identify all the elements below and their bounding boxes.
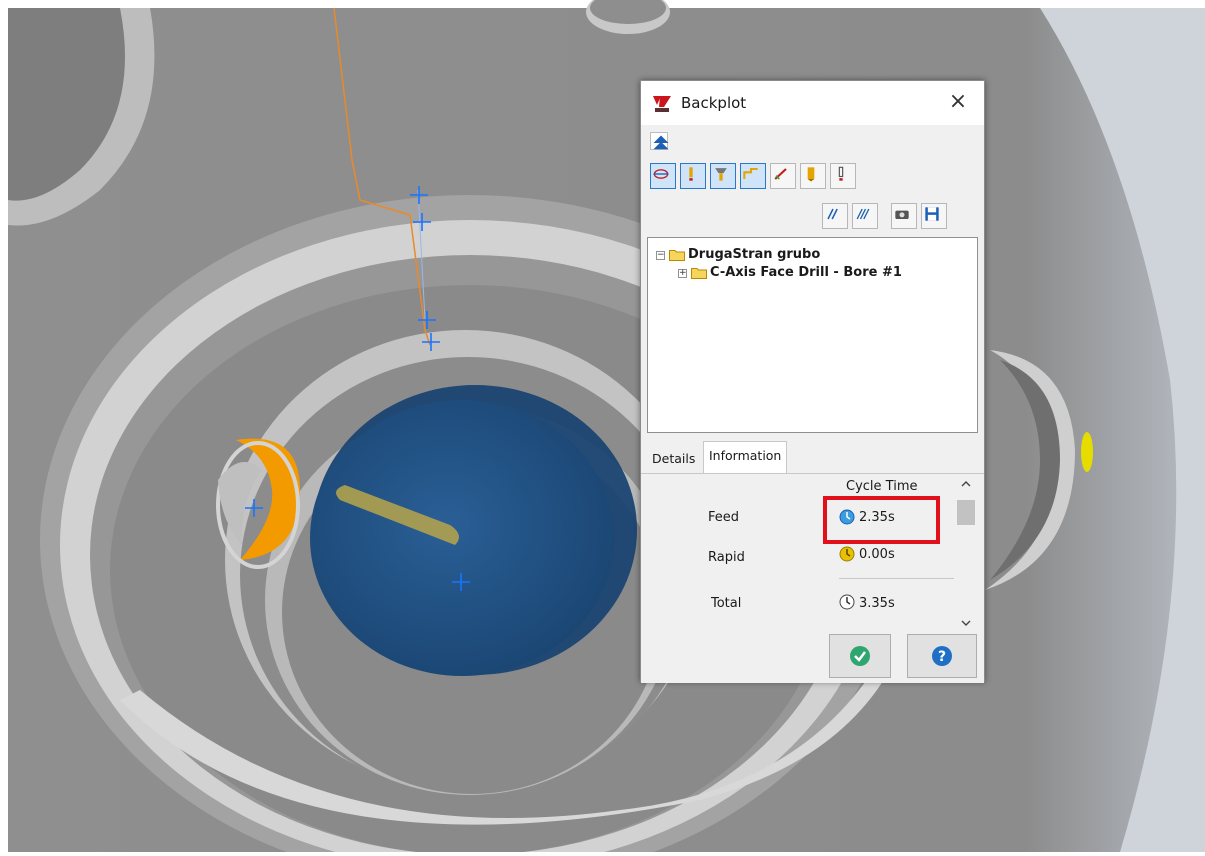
close-button[interactable]: × [941,87,975,117]
show-rapid-moves-icon[interactable] [740,163,766,189]
show-holder-icon[interactable] [710,163,736,189]
dialog-footer: ? [641,633,984,683]
collapse-arrow-icon[interactable] [650,132,669,150]
operations-tree[interactable]: − DrugaStran grubo + C-Axis Face Drill -… [647,237,978,433]
folder-icon [669,249,685,261]
save-icon[interactable] [921,203,947,229]
total-clock-icon [839,594,855,610]
expand-toggle[interactable]: + [678,269,687,278]
tree-item-label: C-Axis Face Drill - Bore #1 [710,265,902,280]
rapid-time-value: 0.00s [859,547,895,562]
feed-label: Feed [708,510,740,525]
trace-icon[interactable] [852,203,878,229]
ok-button[interactable] [829,634,891,678]
help-button[interactable]: ? [907,634,977,678]
tab-bar: Details Information [641,439,984,474]
separator [839,578,954,579]
graphics-viewport[interactable] [0,0,1205,856]
total-label: Total [711,596,742,611]
folder-icon [691,267,707,279]
display-options-icon[interactable] [822,203,848,229]
verify-icon[interactable] [830,163,856,189]
screenshot-icon[interactable] [891,203,917,229]
mastercam-app-icon [652,93,672,113]
rapid-label: Rapid [708,550,745,565]
rapid-clock-icon [839,546,855,562]
scroll-down-icon[interactable] [960,617,972,629]
tree-item-label: DrugaStran grubo [688,247,821,262]
help-icon: ? [932,646,952,666]
highlight-box [823,496,940,544]
total-time-value: 3.35s [859,596,895,611]
tab-information[interactable]: Information [703,441,788,473]
show-tool-icon[interactable] [680,163,706,189]
tab-details[interactable]: Details [647,446,700,472]
cycle-time-header: Cycle Time [846,479,918,494]
part-render [0,0,1205,856]
show-entries-icon[interactable] [770,163,796,189]
dialog-titlebar[interactable]: Backplot × [641,81,984,125]
info-scrollbar[interactable] [955,476,977,633]
show-stock-icon[interactable] [800,163,826,189]
collapse-toggle[interactable]: − [656,251,665,260]
dialog-title: Backplot [681,94,747,112]
scroll-up-icon[interactable] [960,478,972,490]
backplot-rotate-icon[interactable] [650,163,676,189]
tree-item-root[interactable]: − DrugaStran grubo [656,246,956,264]
backplot-dialog: Backplot × − DrugaStran grubo + C-Axis F… [640,80,985,683]
svg-text:?: ? [938,649,946,665]
check-icon [850,646,870,666]
scroll-thumb[interactable] [957,500,975,525]
tree-item-operation[interactable]: + C-Axis Face Drill - Bore #1 [678,264,978,282]
